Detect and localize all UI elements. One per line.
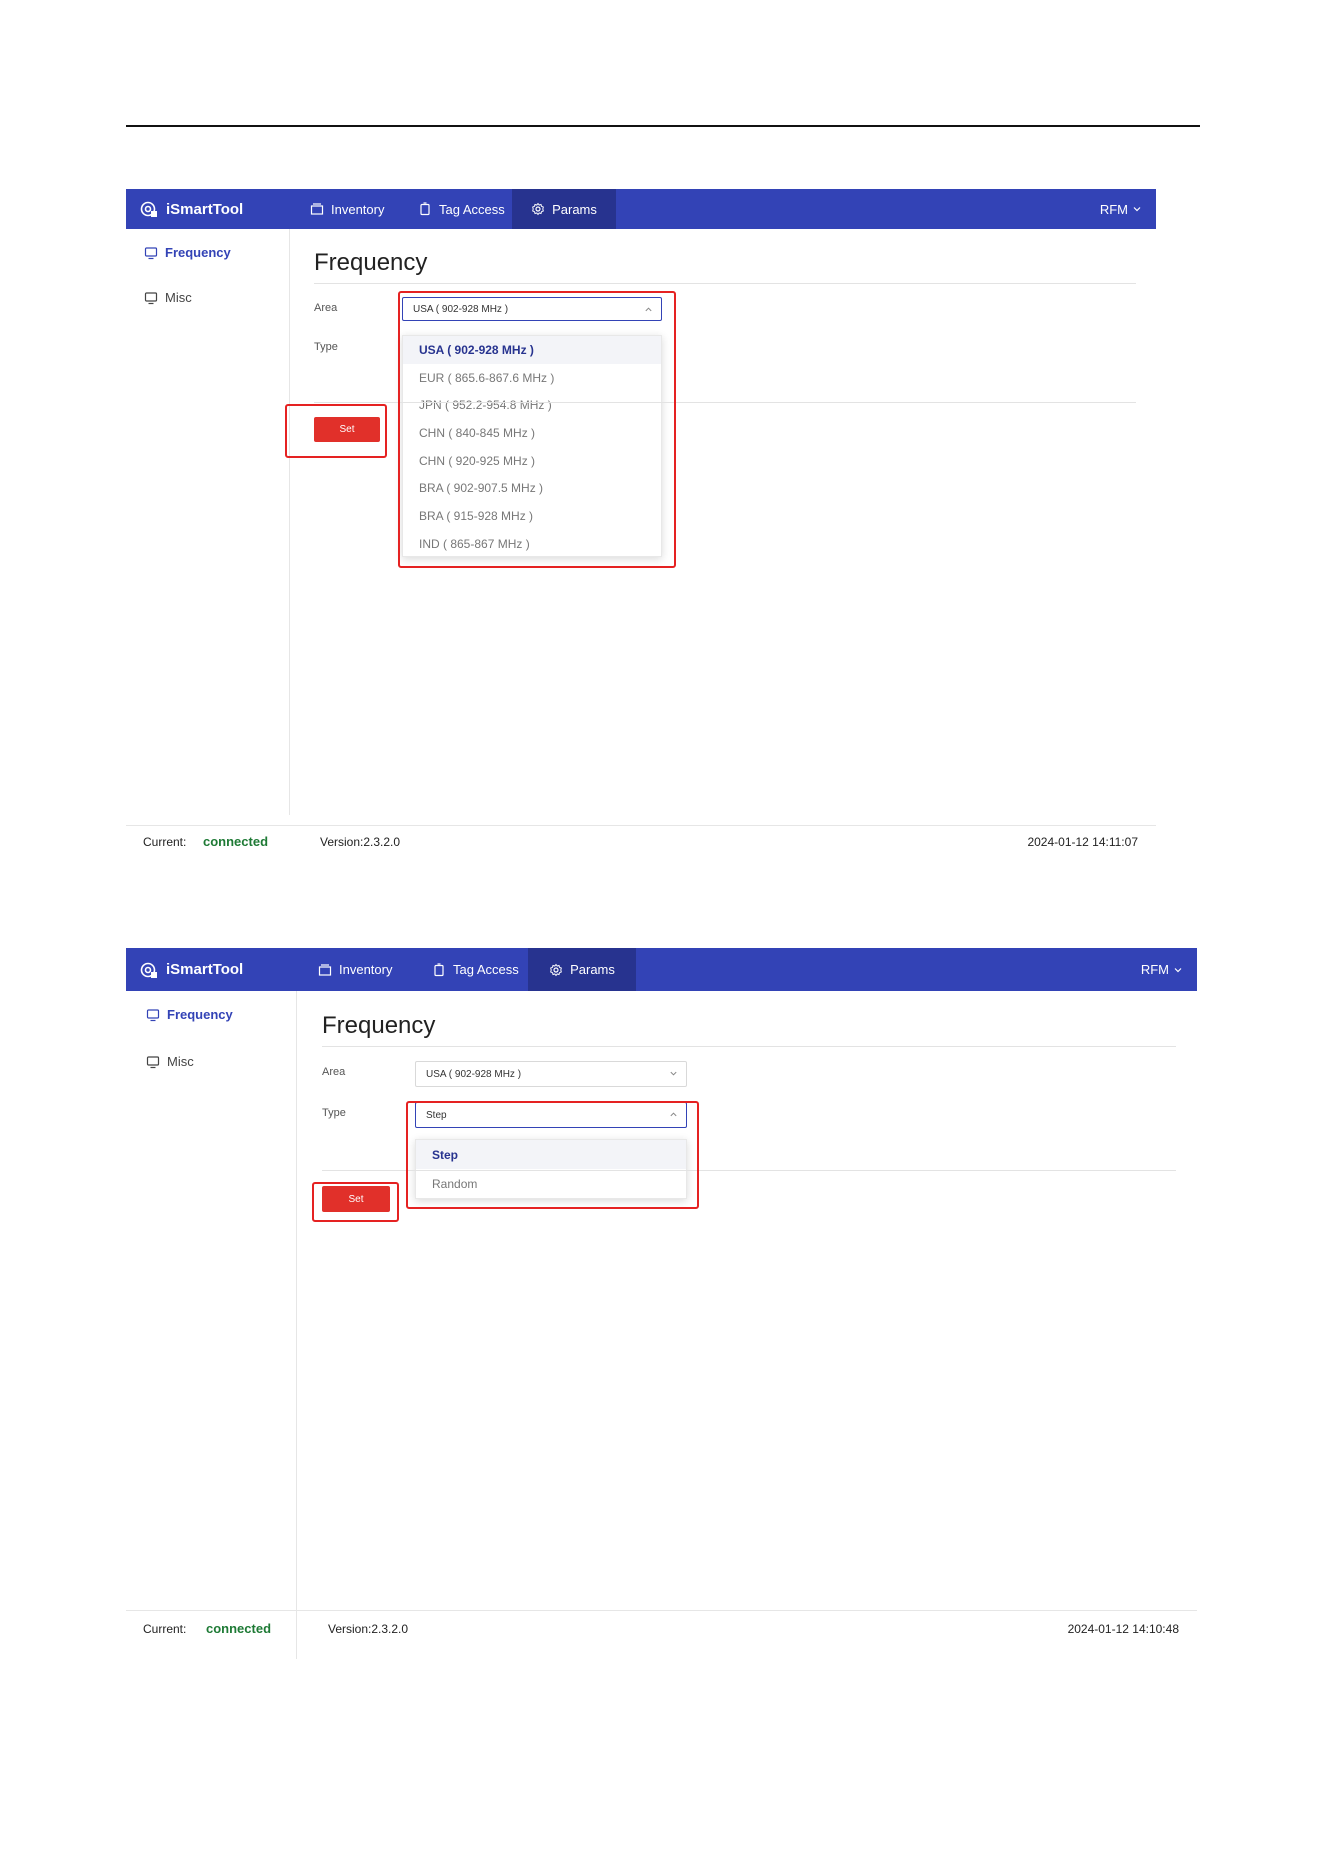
app-brand[interactable]: iSmartTool (140, 948, 243, 991)
tab-tag-access[interactable]: Tag Access (418, 189, 505, 229)
tag-icon (434, 962, 444, 976)
title-divider (322, 1046, 1176, 1047)
monitor-icon (144, 246, 158, 259)
box-icon (310, 203, 324, 215)
tag-icon (420, 202, 430, 216)
type-dropdown: Step Random (415, 1139, 687, 1199)
tab-params[interactable]: Params (528, 948, 636, 991)
tab-inventory[interactable]: Inventory (318, 948, 392, 991)
area-option[interactable]: CHN ( 920-925 MHz ) (403, 447, 661, 475)
gear-icon (550, 963, 562, 976)
device-menu[interactable]: RFM (1100, 189, 1142, 229)
app-logo-icon (140, 201, 157, 217)
tab-inventory[interactable]: Inventory (310, 189, 384, 229)
app-brand[interactable]: iSmartTool (140, 189, 243, 229)
sidebar-item-misc[interactable]: Misc (144, 290, 192, 305)
page-top-rule (126, 125, 1200, 127)
footer-divider (126, 825, 1156, 826)
chevron-up-icon (645, 307, 652, 312)
page-title: Frequency (314, 249, 428, 276)
area-select[interactable]: USA ( 902-928 MHz ) (415, 1061, 687, 1087)
gear-icon (532, 202, 544, 216)
device-menu[interactable]: RFM (1141, 948, 1183, 991)
chevron-up-icon (670, 1112, 677, 1117)
tab-params-label: Params (570, 962, 615, 977)
app-name: iSmartTool (166, 200, 244, 218)
current-label: Current: (143, 835, 187, 849)
sidebar-item-label: Misc (165, 290, 192, 305)
area-option[interactable]: CHN ( 840-845 MHz ) (403, 419, 661, 447)
device-menu-label: RFM (1099, 201, 1128, 217)
connection-status: connected (206, 1621, 272, 1636)
box-icon (318, 963, 332, 976)
area-option[interactable]: USA ( 902-928 MHz ) (403, 336, 661, 364)
area-option[interactable]: EUR ( 865.6-867.6 MHz ) (403, 364, 661, 392)
sidebar-divider (296, 991, 297, 1659)
area-select[interactable]: USA ( 902-928 MHz ) (402, 297, 662, 321)
device-menu-label: RFM (1140, 962, 1169, 977)
type-option-step[interactable]: Step (416, 1140, 686, 1169)
title-divider (314, 283, 1136, 284)
sidebar-item-label: Misc (167, 1054, 194, 1069)
top-navbar: iSmartTool Inventory Tag Access Params R… (126, 948, 1197, 991)
footer-divider (126, 1610, 1197, 1611)
screenshot-area-dropdown: iSmartTool Inventory Tag Access Params R… (126, 189, 1156, 855)
tab-params-label: Params (552, 201, 597, 217)
type-option-random[interactable]: Random (416, 1169, 686, 1198)
sidebar-item-label: Frequency (167, 1007, 233, 1022)
form-divider (322, 1170, 1176, 1171)
area-option[interactable]: BRA ( 915-928 MHz ) (403, 502, 661, 530)
sidebar-divider (289, 229, 290, 815)
set-button[interactable]: Set (322, 1186, 390, 1212)
tab-tag-access-label: Tag Access (453, 962, 519, 977)
tab-inventory-label: Inventory (339, 962, 393, 977)
tab-tag-access-label: Tag Access (439, 201, 505, 217)
form-divider (314, 402, 1136, 403)
area-dropdown: USA ( 902-928 MHz ) EUR ( 865.6-867.6 MH… (402, 335, 662, 557)
screenshot-type-dropdown: iSmartTool Inventory Tag Access Params R… (126, 948, 1197, 1659)
app-logo-icon (140, 962, 157, 978)
sidebar-item-label: Frequency (165, 245, 231, 260)
tab-params[interactable]: Params (512, 189, 616, 229)
monitor-icon (146, 1008, 160, 1021)
page-title: Frequency (322, 1012, 436, 1039)
sidebar-item-frequency[interactable]: Frequency (146, 1007, 233, 1022)
chevron-down-icon (1174, 967, 1182, 972)
monitor-icon (144, 291, 158, 304)
tab-tag-access[interactable]: Tag Access (432, 948, 519, 991)
area-label: Area (322, 1066, 346, 1078)
app-name: iSmartTool (166, 961, 244, 978)
monitor-icon (146, 1055, 160, 1068)
chevron-down-icon (670, 1071, 677, 1076)
type-select[interactable]: Step (415, 1102, 687, 1128)
area-option[interactable]: JPN ( 952.2-954.8 MHz ) (403, 391, 661, 419)
connection-status: connected (203, 834, 269, 849)
version-text: Version:2.3.2.0 (320, 835, 401, 849)
type-label: Type (314, 341, 338, 353)
tab-inventory-label: Inventory (331, 201, 385, 217)
current-label: Current: (143, 1622, 187, 1636)
area-label: Area (314, 302, 338, 314)
type-label: Type (322, 1107, 346, 1119)
version-text: Version:2.3.2.0 (328, 1622, 409, 1636)
type-select-value: Step (426, 1109, 447, 1121)
timestamp: 2024-01-12 14:10:48 (1067, 1622, 1179, 1636)
top-navbar: iSmartTool Inventory Tag Access Params R… (126, 189, 1156, 229)
area-option[interactable]: IND ( 865-867 MHz ) (403, 530, 661, 558)
area-select-value: USA ( 902-928 MHz ) (426, 1068, 522, 1080)
area-select-value: USA ( 902-928 MHz ) (413, 303, 509, 315)
area-option[interactable]: BRA ( 902-907.5 MHz ) (403, 474, 661, 502)
timestamp: 2024-01-12 14:11:07 (1027, 835, 1138, 849)
sidebar-item-frequency[interactable]: Frequency (144, 245, 231, 260)
set-button[interactable]: Set (314, 417, 380, 442)
sidebar-item-misc[interactable]: Misc (146, 1054, 194, 1069)
chevron-down-icon (1133, 207, 1141, 212)
